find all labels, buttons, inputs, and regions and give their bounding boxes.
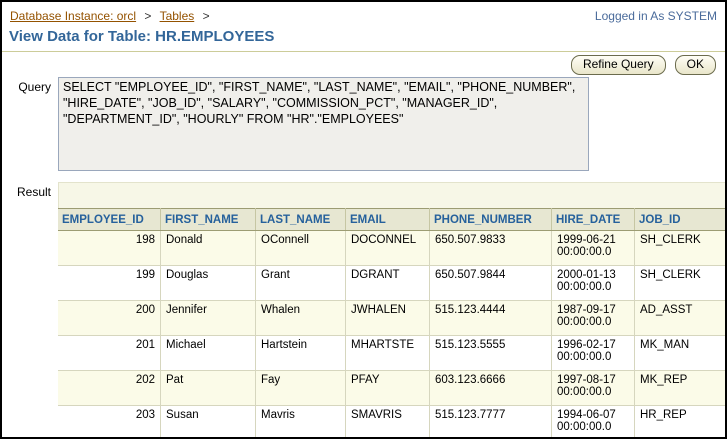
- cell-phone-number: 515.123.4444: [430, 301, 552, 336]
- ok-button[interactable]: OK: [675, 55, 716, 75]
- cell-last-name: Whalen: [256, 301, 346, 336]
- cell-first-name: Jennifer: [161, 301, 256, 336]
- cell-employee-id: 198: [58, 231, 161, 266]
- cell-hire-date: 1987-09-17 00:00:00.0: [552, 301, 635, 336]
- cell-first-name: Susan: [161, 406, 256, 439]
- column-header-hire-date: HIRE_DATE: [552, 209, 635, 231]
- cell-hire-date: 1997-08-17 00:00:00.0: [552, 371, 635, 406]
- query-label: Query: [2, 77, 58, 94]
- table-row: 198 Donald OConnell DOCONNEL 650.507.983…: [58, 231, 727, 266]
- result-area: EMPLOYEE_ID FIRST_NAME LAST_NAME EMAIL P…: [58, 182, 727, 439]
- cell-last-name: Hartstein: [256, 336, 346, 371]
- cell-last-name: Fay: [256, 371, 346, 406]
- result-toolbar-band: [58, 182, 727, 208]
- column-header-phone-number: PHONE_NUMBER: [430, 209, 552, 231]
- result-label: Result: [2, 182, 58, 199]
- cell-phone-number: 603.123.6666: [430, 371, 552, 406]
- page-title: View Data for Table: HR.EMPLOYEES: [2, 23, 725, 51]
- cell-email: JWHALEN: [346, 301, 430, 336]
- cell-employee-id: 202: [58, 371, 161, 406]
- table-row: 200 Jennifer Whalen JWHALEN 515.123.4444…: [58, 301, 727, 336]
- action-buttons: Refine Query OK: [2, 52, 725, 77]
- cell-hire-date: 1999-06-21 00:00:00.0: [552, 231, 635, 266]
- column-header-employee-id: EMPLOYEE_ID: [58, 209, 161, 231]
- cell-email: SMAVRIS: [346, 406, 430, 439]
- cell-last-name: Mavris: [256, 406, 346, 439]
- cell-job-id: SH_CLERK: [635, 231, 727, 266]
- cell-employee-id: 199: [58, 266, 161, 301]
- table-row: 203 Susan Mavris SMAVRIS 515.123.7777 19…: [58, 406, 727, 439]
- cell-last-name: Grant: [256, 266, 346, 301]
- cell-email: DGRANT: [346, 266, 430, 301]
- query-text-field[interactable]: SELECT "EMPLOYEE_ID", "FIRST_NAME", "LAS…: [58, 77, 589, 171]
- cell-job-id: AD_ASST: [635, 301, 727, 336]
- breadcrumb-link-tables[interactable]: Tables: [160, 9, 195, 23]
- logged-in-status: Logged in As SYSTEM: [595, 9, 717, 23]
- cell-phone-number: 650.507.9833: [430, 231, 552, 266]
- cell-first-name: Douglas: [161, 266, 256, 301]
- refine-query-button[interactable]: Refine Query: [571, 55, 666, 75]
- table-body: 198 Donald OConnell DOCONNEL 650.507.983…: [58, 231, 727, 439]
- column-header-last-name: LAST_NAME: [256, 209, 346, 231]
- table-row: 202 Pat Fay PFAY 603.123.6666 1997-08-17…: [58, 371, 727, 406]
- breadcrumb-separator: >: [203, 9, 210, 23]
- cell-phone-number: 515.123.7777: [430, 406, 552, 439]
- top-bar: Database Instance: orcl > Tables > Logge…: [2, 2, 725, 23]
- cell-employee-id: 203: [58, 406, 161, 439]
- table-header-row: EMPLOYEE_ID FIRST_NAME LAST_NAME EMAIL P…: [58, 209, 727, 231]
- cell-first-name: Donald: [161, 231, 256, 266]
- cell-job-id: MK_REP: [635, 371, 727, 406]
- cell-hire-date: 1996-02-17 00:00:00.0: [552, 336, 635, 371]
- view-data-page: Database Instance: orcl > Tables > Logge…: [0, 0, 727, 439]
- cell-hire-date: 1994-06-07 00:00:00.0: [552, 406, 635, 439]
- cell-job-id: MK_MAN: [635, 336, 727, 371]
- cell-phone-number: 650.507.9844: [430, 266, 552, 301]
- breadcrumb-separator: >: [144, 9, 151, 23]
- cell-first-name: Pat: [161, 371, 256, 406]
- cell-job-id: SH_CLERK: [635, 266, 727, 301]
- result-section: Result EMPLOYEE_ID FIRST_NAME LAST_NAME …: [2, 182, 725, 439]
- cell-hire-date: 2000-01-13 00:00:00.0: [552, 266, 635, 301]
- cell-email: DOCONNEL: [346, 231, 430, 266]
- cell-last-name: OConnell: [256, 231, 346, 266]
- employees-table: EMPLOYEE_ID FIRST_NAME LAST_NAME EMAIL P…: [58, 208, 727, 439]
- query-section: Query SELECT "EMPLOYEE_ID", "FIRST_NAME"…: [2, 77, 725, 171]
- breadcrumb: Database Instance: orcl > Tables >: [10, 9, 215, 23]
- cell-phone-number: 515.123.5555: [430, 336, 552, 371]
- cell-employee-id: 201: [58, 336, 161, 371]
- cell-email: MHARTSTE: [346, 336, 430, 371]
- column-header-email: EMAIL: [346, 209, 430, 231]
- breadcrumb-link-database-instance[interactable]: Database Instance: orcl: [10, 9, 136, 23]
- cell-job-id: HR_REP: [635, 406, 727, 439]
- column-header-job-id: JOB_ID: [635, 209, 727, 231]
- table-row: 199 Douglas Grant DGRANT 650.507.9844 20…: [58, 266, 727, 301]
- column-header-first-name: FIRST_NAME: [161, 209, 256, 231]
- cell-email: PFAY: [346, 371, 430, 406]
- table-row: 201 Michael Hartstein MHARTSTE 515.123.5…: [58, 336, 727, 371]
- cell-employee-id: 200: [58, 301, 161, 336]
- cell-first-name: Michael: [161, 336, 256, 371]
